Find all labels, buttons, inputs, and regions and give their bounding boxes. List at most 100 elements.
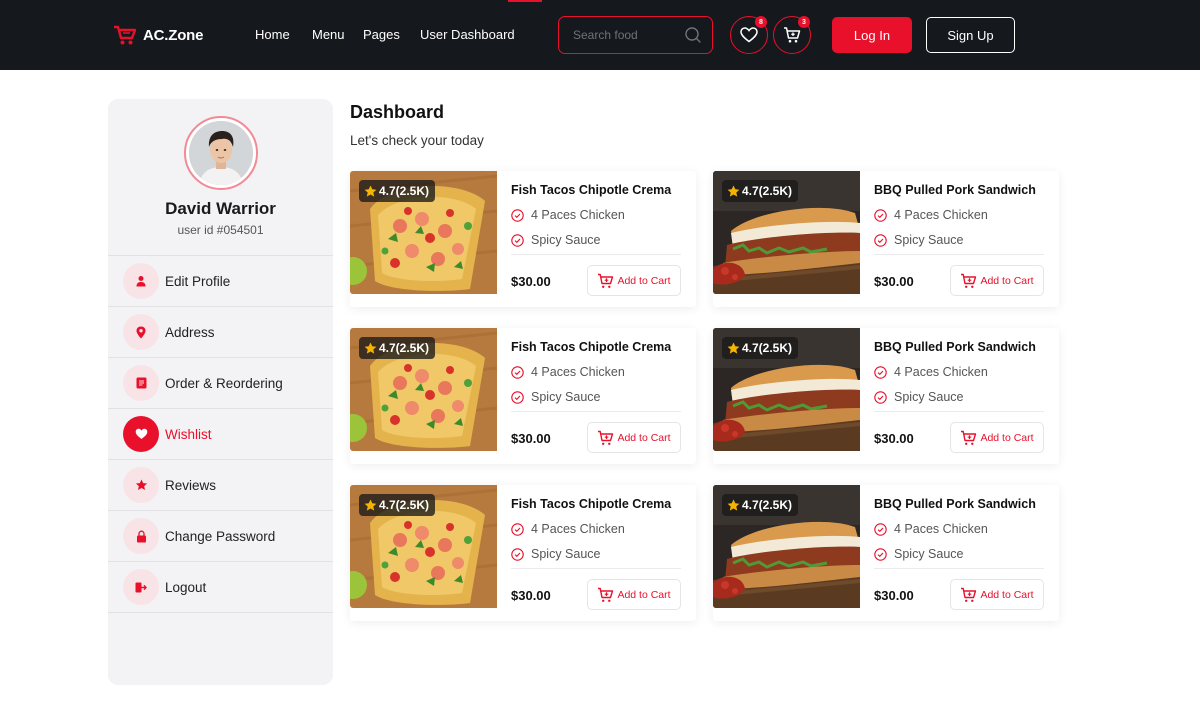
page-title: Dashboard [350,102,445,122]
sidebar-item-reviews[interactable]: Reviews [108,460,333,511]
add-to-cart-button[interactable]: Add to Cart [587,422,681,453]
nav-menu[interactable]: Menu [312,27,345,42]
sidebar-item-label: Address [165,324,215,340]
signup-button[interactable]: Sign Up [926,17,1015,53]
sidebar-item-address[interactable]: Address [108,307,333,358]
star-icon [364,185,377,197]
check-circle-icon [874,390,887,404]
cart-icon [784,27,801,43]
product-feature: 4 Paces Chicken [511,208,625,222]
add-to-cart-button[interactable]: Add to Cart [950,265,1044,296]
product-title[interactable]: Fish Tacos Chipotle Crema [511,340,671,354]
product-feature-text: 4 Paces Chicken [894,365,988,379]
cart-plus-icon [961,587,977,602]
divider [874,411,1044,412]
cart-plus-icon [598,587,614,602]
check-circle-icon [511,365,524,379]
product-card[interactable]: 4.7(2.5K) Fish Tacos Chipotle Crema 4 Pa… [350,171,696,307]
cart-plus-icon [961,273,977,288]
product-title[interactable]: BBQ Pulled Pork Sandwich [874,183,1036,197]
star-icon [727,185,740,197]
divider [874,254,1044,255]
product-card[interactable]: 4.7(2.5K) BBQ Pulled Pork Sandwich 4 Pac… [713,328,1059,464]
sidebar-item-label: Order & Reordering [165,375,283,391]
heart-icon [740,27,758,43]
cart-plus-icon [598,430,614,445]
product-feature-text: Spicy Sauce [531,233,601,247]
product-card[interactable]: 4.7(2.5K) Fish Tacos Chipotle Crema 4 Pa… [350,485,696,621]
product-card[interactable]: 4.7(2.5K) BBQ Pulled Pork Sandwich 4 Pac… [713,485,1059,621]
check-circle-icon [874,547,887,561]
rating-badge: 4.7(2.5K) [722,180,799,202]
logout-icon [135,582,147,592]
add-to-cart-button[interactable]: Add to Cart [950,422,1044,453]
wishlist-button[interactable]: 8 [730,16,768,54]
product-feature: Spicy Sauce [874,233,963,247]
product-title[interactable]: BBQ Pulled Pork Sandwich [874,497,1036,511]
check-circle-icon [511,547,524,561]
product-card[interactable]: 4.7(2.5K) Fish Tacos Chipotle Crema 4 Pa… [350,328,696,464]
sidebar-item-wishlist[interactable]: Wishlist [108,409,333,460]
star-icon [727,499,740,511]
check-circle-icon [511,233,524,247]
sidebar-item-logout[interactable]: Logout [108,562,333,613]
check-circle-icon [511,390,524,404]
product-price: $30.00 [511,274,551,289]
star-icon [364,342,377,354]
check-circle-icon [874,365,887,379]
wishlist-count-badge: 8 [755,16,767,28]
login-button[interactable]: Log In [832,17,912,53]
product-title[interactable]: Fish Tacos Chipotle Crema [511,183,671,197]
user-icon [136,276,146,287]
order-list-icon [136,377,146,389]
divider [511,411,681,412]
product-price: $30.00 [874,431,914,446]
add-to-cart-button[interactable]: Add to Cart [587,579,681,610]
sidebar-item-edit-profile[interactable]: Edit Profile [108,256,333,307]
cart-plus-icon [598,273,614,288]
sidebar-item-change-password[interactable]: Change Password [108,511,333,562]
product-price: $30.00 [511,431,551,446]
profile-user-id: user id #054501 [177,223,264,237]
profile-sidebar: David Warrior user id #054501 Edit Profi… [108,99,333,685]
sidebar-item-order-reordering[interactable]: Order & Reordering [108,358,333,409]
divider [511,568,681,569]
nav-home[interactable]: Home [255,27,290,42]
product-feature: 4 Paces Chicken [874,208,988,222]
product-price: $30.00 [511,588,551,603]
rating-badge: 4.7(2.5K) [359,337,436,359]
add-to-cart-label: Add to Cart [617,431,671,444]
product-title[interactable]: BBQ Pulled Pork Sandwich [874,340,1036,354]
product-feature-text: 4 Paces Chicken [531,208,625,222]
nav-user-dashboard[interactable]: User Dashboard [420,27,515,42]
product-feature-text: Spicy Sauce [894,390,964,404]
search-box [558,16,713,54]
product-feature-text: 4 Paces Chicken [894,208,988,222]
sidebar-item-label: Wishlist [165,426,212,442]
product-card[interactable]: 4.7(2.5K) BBQ Pulled Pork Sandwich 4 Pac… [713,171,1059,307]
star-icon [135,479,147,490]
sidebar-item-label: Change Password [165,528,276,544]
rating-value: 4.7(2.5K) [379,184,430,198]
brand-logo[interactable]: AC.Zone [113,22,203,48]
avatar-photo [189,121,253,185]
add-to-cart-button[interactable]: Add to Cart [587,265,681,296]
cart-button[interactable]: 3 [773,16,811,54]
add-to-cart-button[interactable]: Add to Cart [950,579,1044,610]
rating-value: 4.7(2.5K) [379,341,430,355]
divider [511,254,681,255]
cart-plus-icon [961,430,977,445]
check-circle-icon [511,208,524,222]
product-feature: Spicy Sauce [511,390,600,404]
search-input[interactable] [573,28,684,42]
nav-pages[interactable]: Pages [363,27,400,42]
header-accent-bar [508,0,542,2]
search-icon[interactable] [684,26,702,44]
product-feature: 4 Paces Chicken [511,365,625,379]
check-circle-icon [874,208,887,222]
product-price: $30.00 [874,588,914,603]
rating-value: 4.7(2.5K) [742,341,793,355]
profile-menu: Edit Profile Address Order & Reordering [108,255,333,613]
product-feature: Spicy Sauce [511,547,600,561]
product-title[interactable]: Fish Tacos Chipotle Crema [511,497,671,511]
